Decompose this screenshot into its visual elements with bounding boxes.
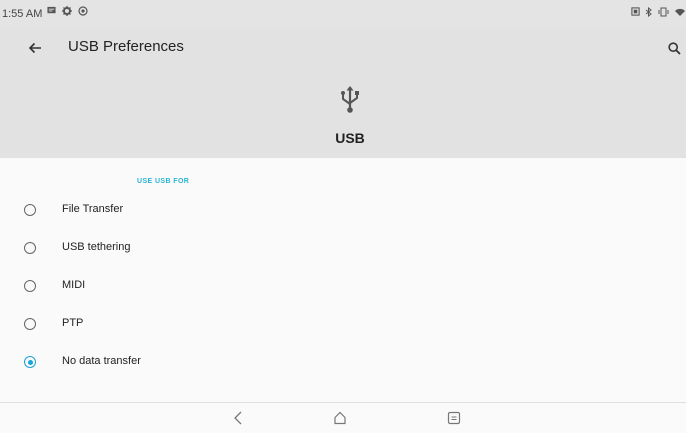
page-title: USB Preferences [68, 38, 184, 55]
search-icon [667, 41, 681, 55]
radio-button[interactable] [24, 318, 36, 330]
settings-icon [62, 6, 72, 16]
option-file-transfer[interactable]: File Transfer [0, 192, 686, 230]
vibrate-icon [658, 7, 669, 17]
radio-button-selected[interactable] [24, 356, 36, 368]
notification-icons [47, 6, 88, 16]
wifi-icon [675, 8, 685, 16]
option-label: No data transfer [62, 355, 141, 367]
radio-button[interactable] [24, 204, 36, 216]
status-bar: 1:55 AM [0, 0, 686, 28]
nav-back-button[interactable] [227, 407, 249, 429]
arrow-left-icon [28, 42, 41, 54]
nav-home-button[interactable] [329, 407, 351, 429]
search-button[interactable] [662, 36, 686, 60]
radio-button[interactable] [24, 280, 36, 292]
option-label: USB tethering [62, 241, 131, 253]
home-icon [334, 411, 346, 425]
usb-label: USB [335, 130, 365, 146]
back-button[interactable] [20, 34, 50, 62]
bluetooth-icon [645, 7, 652, 17]
status-time: 1:55 AM [2, 8, 43, 20]
screenshot-icon [631, 7, 640, 16]
radio-button[interactable] [24, 242, 36, 254]
option-label: File Transfer [62, 203, 124, 215]
option-label: PTP [62, 317, 84, 329]
sync-icon [78, 6, 88, 16]
option-ptp[interactable]: PTP [0, 306, 686, 344]
recents-icon [447, 411, 461, 425]
option-label: MIDI [62, 279, 86, 291]
usb-header: USB Preferences USB [0, 28, 686, 158]
option-usb-tethering[interactable]: USB tethering [0, 230, 686, 268]
back-icon [234, 411, 242, 425]
usb-icon [341, 86, 359, 113]
system-icons [631, 7, 686, 17]
option-midi[interactable]: MIDI [0, 268, 686, 306]
radio-dot [27, 359, 33, 365]
nav-recents-button[interactable] [443, 407, 465, 429]
message-icon [47, 6, 56, 14]
section-header: USE USB FOR [137, 178, 190, 185]
navigation-bar [0, 402, 686, 433]
option-no-data-transfer[interactable]: No data transfer [0, 344, 686, 382]
